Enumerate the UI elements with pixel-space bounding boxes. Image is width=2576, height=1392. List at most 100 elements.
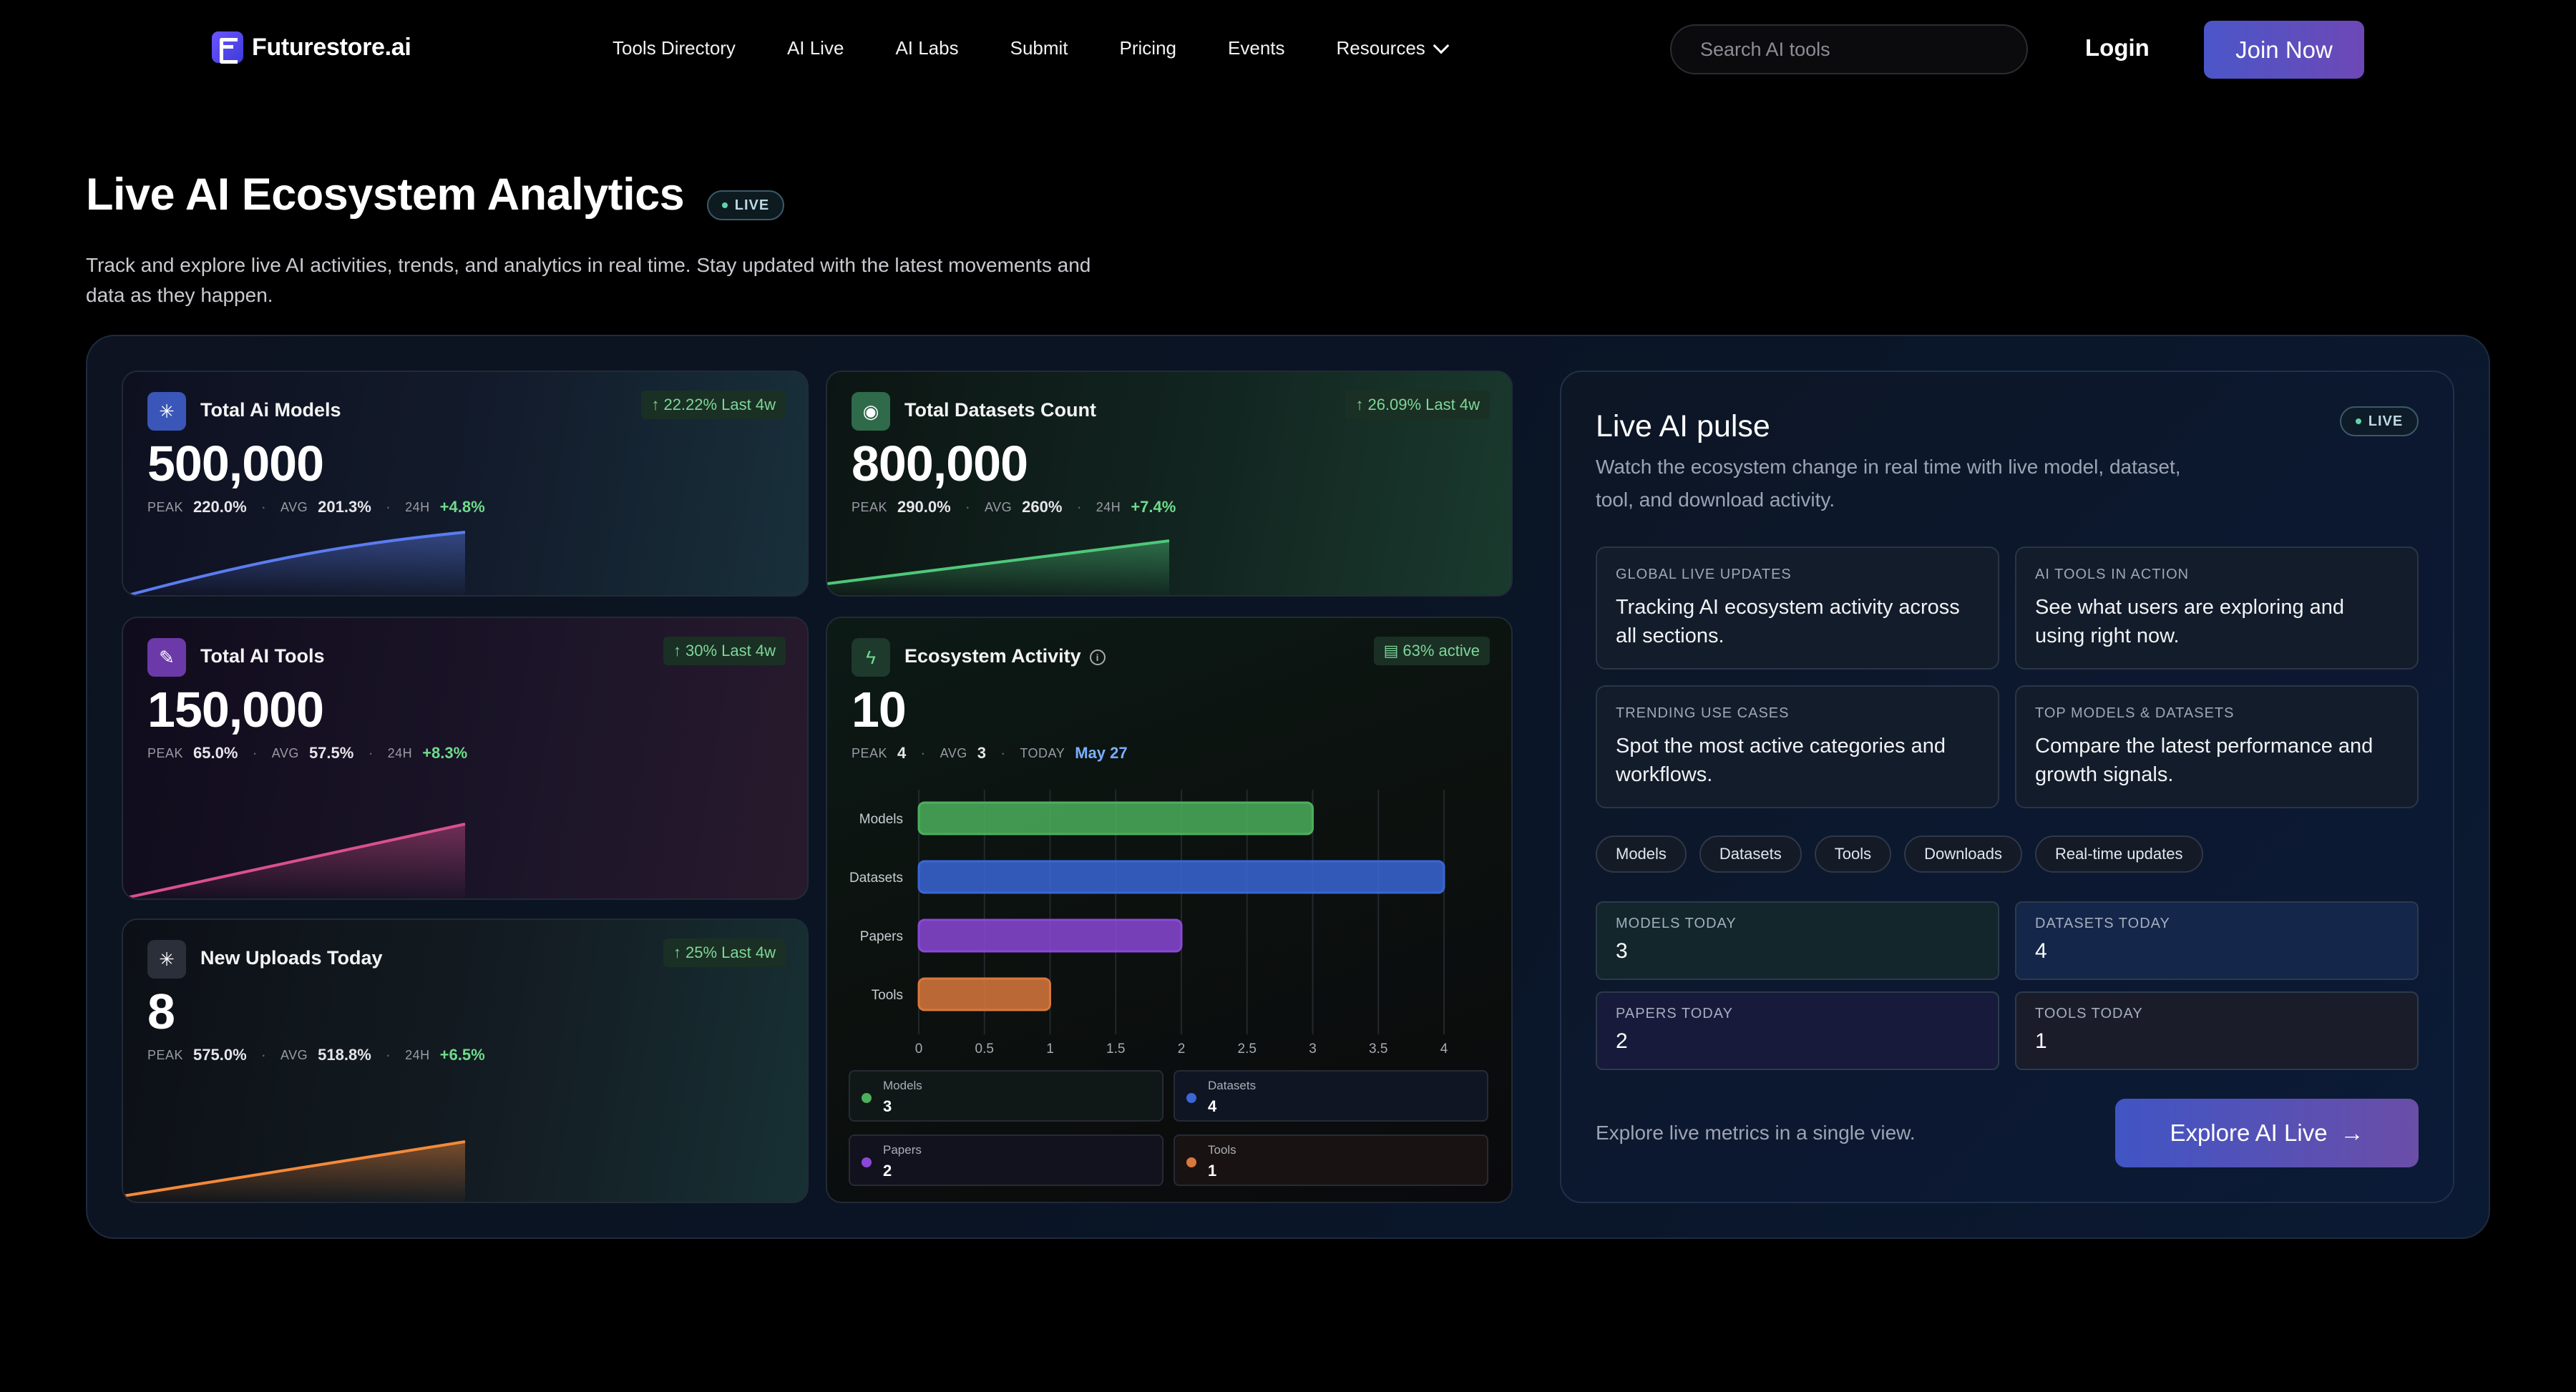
growth-badge: ↑ 22.22% Last 4w (641, 391, 786, 419)
legend-name: Tools (1208, 1143, 1236, 1157)
sparkle-icon: ✳ (147, 940, 186, 979)
day-label: 24H (1096, 499, 1121, 514)
live-dot-icon (2355, 418, 2361, 424)
card-ecosystem-activity: ϟ Ecosystem Activity i ▤ 63% active 10 PEA… (826, 617, 1513, 1203)
nav-tools-directory[interactable]: Tools Directory (613, 37, 736, 59)
sparkline-uploads (123, 1140, 466, 1202)
feature-label: AI TOOLS IN ACTION (2035, 567, 2190, 582)
wand-icon: ✎ (147, 638, 186, 677)
card-title: New Uploads Today (200, 947, 383, 969)
tile-papers-today: PAPERS TODAY 2 (1596, 991, 1999, 1070)
day-label: 24H (405, 499, 430, 514)
legend-item-papers: Papers 2 (849, 1134, 1163, 1186)
futurestore-logo-icon (212, 31, 243, 64)
card-title: Total Datasets Count (904, 399, 1097, 421)
day-change: +4.8% (439, 498, 485, 516)
avg-label: AVG (280, 499, 308, 514)
legend-dot-icon (862, 1093, 872, 1103)
feature-text: Spot the most active categories and work… (1616, 735, 1946, 786)
explore-label: Explore AI Live (2170, 1119, 2328, 1146)
sparkline-datasets (827, 539, 1170, 595)
tile-tools-today: TOOLS TODAY 1 (2015, 991, 2419, 1070)
x-tick-label: 2 (1178, 1041, 1186, 1057)
x-tick-label: 3.5 (1369, 1041, 1387, 1057)
live-dot-icon (721, 202, 728, 208)
growth-badge: ↑ 26.09% Last 4w (1345, 391, 1490, 419)
card-title: Total AI Tools (200, 645, 325, 667)
chip-tools[interactable]: Tools (1814, 835, 1892, 873)
arrow-up-icon: ↑ (1355, 396, 1364, 413)
card-value: 150,000 (147, 682, 324, 737)
brand-logo[interactable]: Futurestore.ai (212, 31, 411, 64)
nav-pricing[interactable]: Pricing (1120, 37, 1176, 59)
day-change: +8.3% (422, 744, 468, 762)
growth-badge-label: 26.09% Last 4w (1367, 396, 1480, 413)
chip-real-time-updates[interactable]: Real-time updates (2034, 835, 2203, 873)
tile-models-today: MODELS TODAY 3 (1596, 901, 1999, 980)
feature-tools-in-action: AI TOOLS IN ACTION See what users are ex… (2015, 546, 2419, 670)
x-tick-label: 4 (1440, 1041, 1448, 1057)
x-tick-label: 0 (915, 1041, 923, 1057)
arrow-up-icon: ↑ (651, 396, 660, 413)
legend-item-tools: Tools 1 (1174, 1134, 1488, 1186)
peak-label: PEAK (147, 499, 184, 514)
legend-name: Models (883, 1079, 922, 1092)
nav-submit[interactable]: Submit (1010, 37, 1068, 59)
tile-label: TOOLS TODAY (2035, 1006, 2143, 1021)
y-category-label: Papers (860, 929, 903, 944)
avg-value: 57.5% (308, 744, 354, 762)
legend-value: 3 (883, 1097, 892, 1115)
peak-label: PEAK (147, 1047, 184, 1062)
tile-value: 1 (2035, 1029, 2047, 1053)
card-title: Total Ai Models (200, 399, 341, 421)
avg-label: AVG (280, 1047, 308, 1062)
bar-tools[interactable] (917, 977, 1051, 1011)
search-input[interactable] (1670, 24, 2028, 74)
card-value: 8 (147, 984, 175, 1039)
nav-resources[interactable]: Resources (1337, 37, 1450, 59)
login-button[interactable]: Login (2085, 34, 2150, 62)
feature-label: GLOBAL LIVE UPDATES (1616, 567, 1792, 582)
feature-top-models: TOP MODELS & DATASETS Compare the latest… (2015, 685, 2419, 808)
legend-name: Datasets (1208, 1079, 1257, 1092)
card-stats: PEAK 220.0% · AVG 201.3% · 24H +4.8% (147, 498, 485, 516)
growth-badge-label: 25% Last 4w (686, 943, 776, 961)
feature-text: Compare the latest performance and growt… (2035, 735, 2373, 786)
day-change: +6.5% (439, 1046, 485, 1064)
legend-name: Papers (883, 1143, 922, 1157)
chip-datasets[interactable]: Datasets (1699, 835, 1802, 873)
nav-ai-labs[interactable]: AI Labs (895, 37, 958, 59)
bar-models[interactable] (917, 801, 1314, 835)
tile-label: DATASETS TODAY (2035, 916, 2170, 931)
filter-chips: Models Datasets Tools Downloads Real-tim… (1596, 835, 2203, 873)
tile-label: PAPERS TODAY (1616, 1006, 1733, 1021)
legend-item-models: Models 3 (849, 1070, 1163, 1122)
chip-models[interactable]: Models (1596, 835, 1687, 873)
arrow-up-icon: ↑ (673, 642, 682, 660)
sparkle-icon: ✳ (147, 392, 186, 431)
card-stats: PEAK 290.0% · AVG 260% · 24H +7.4% (852, 498, 1176, 516)
peak-value: 290.0% (897, 498, 951, 516)
bar-papers[interactable] (917, 918, 1183, 953)
sparkline-tools (123, 823, 466, 898)
nav-events[interactable]: Events (1228, 37, 1285, 59)
tile-value: 2 (1616, 1029, 1628, 1053)
nav-ai-live[interactable]: AI Live (787, 37, 844, 59)
avg-value: 518.8% (318, 1046, 371, 1064)
growth-badge-label: 30% Last 4w (686, 642, 776, 660)
avg-label: AVG (984, 499, 1013, 514)
arrow-right-icon: → (2340, 1119, 2364, 1146)
live-badge-label: LIVE (734, 197, 770, 213)
bar-datasets[interactable] (917, 860, 1445, 894)
y-category-label: Datasets (849, 871, 903, 886)
explore-ai-live-button[interactable]: Explore AI Live → (2115, 1099, 2419, 1167)
nav-links: Tools Directory AI Live AI Labs Submit P… (613, 37, 1450, 59)
join-now-button[interactable]: Join Now (2204, 21, 2364, 79)
chip-downloads[interactable]: Downloads (1904, 835, 2022, 873)
feature-text: See what users are exploring and using r… (2035, 596, 2345, 647)
tile-label: MODELS TODAY (1616, 916, 1737, 931)
peak-label: PEAK (147, 745, 184, 760)
legend-value: 1 (1208, 1162, 1217, 1180)
live-badge: LIVE (707, 190, 784, 220)
pulse-footer-text: Explore live metrics in a single view. (1596, 1122, 1916, 1144)
